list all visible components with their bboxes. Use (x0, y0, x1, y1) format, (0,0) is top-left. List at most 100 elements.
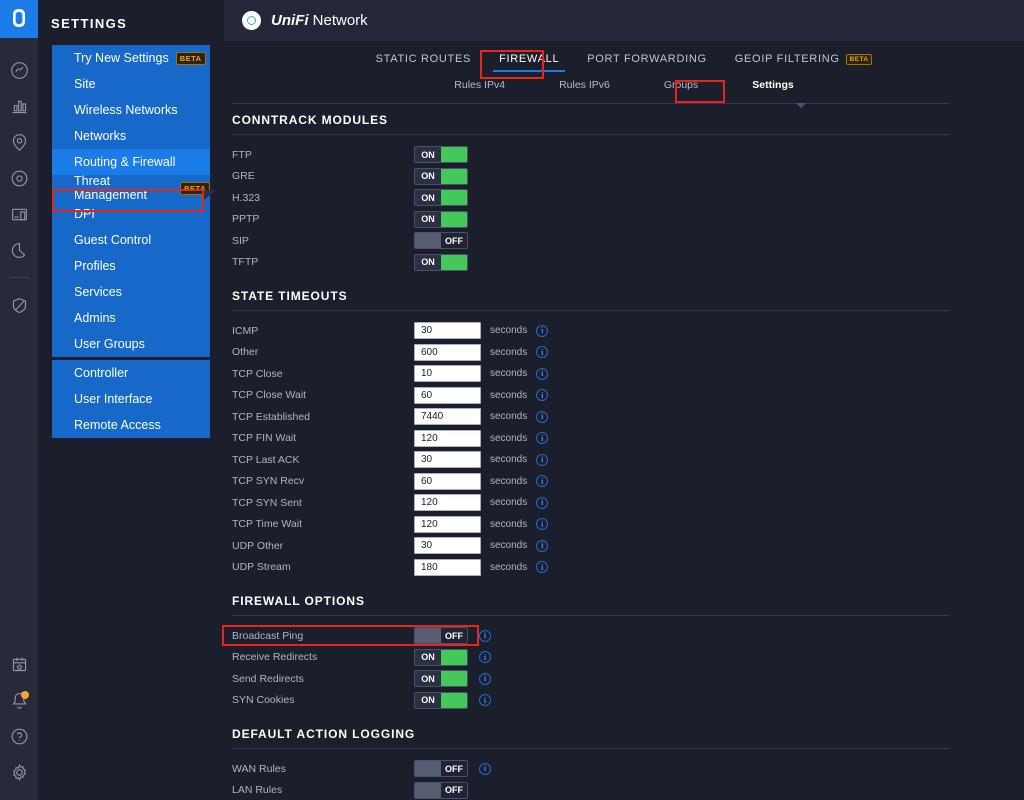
row-wan-rules: WAN Rules OFF i (232, 758, 950, 780)
devices-icon[interactable] (0, 160, 38, 196)
info-icon[interactable]: i (536, 454, 548, 466)
toggle-h323[interactable]: ON (414, 189, 468, 206)
subtab-rules-ipv6[interactable]: Rules IPv6 (532, 79, 637, 91)
row-h323: H.323 ON (232, 187, 950, 209)
info-icon[interactable]: i (536, 325, 548, 337)
sidebar-item-user-groups[interactable]: User Groups (52, 331, 210, 357)
info-icon[interactable]: i (479, 763, 491, 775)
row-label: Broadcast Ping (232, 630, 414, 642)
info-icon[interactable]: i (536, 346, 548, 358)
threat-shield-icon[interactable] (0, 287, 38, 323)
ubiquiti-logo-icon[interactable] (0, 0, 38, 38)
notifications-bell-icon[interactable] (0, 682, 38, 718)
section-divider (232, 615, 950, 616)
timeout-input-tcp-close-wait[interactable] (414, 387, 481, 404)
sidebar-item-try-new-settings[interactable]: Try New Settings BETA (52, 45, 210, 71)
info-icon[interactable]: i (536, 411, 548, 423)
sidebar-item-label: Try New Settings (74, 51, 169, 65)
info-icon[interactable]: i (536, 389, 548, 401)
timeout-input-tcp-syn-recv[interactable] (414, 473, 481, 490)
info-icon[interactable]: i (536, 561, 548, 573)
toggle-sip[interactable]: OFF (414, 232, 468, 249)
timeout-input-tcp-time-wait[interactable] (414, 516, 481, 533)
help-icon[interactable] (0, 718, 38, 754)
info-icon[interactable]: i (536, 540, 548, 552)
toggle-pptp[interactable]: ON (414, 211, 468, 228)
tab-label: PORT FORWARDING (587, 53, 707, 65)
info-icon[interactable]: i (479, 630, 491, 642)
section-default-action-logging: DEFAULT ACTION LOGGING WAN Rules OFF i L… (232, 727, 950, 800)
events-calendar-icon[interactable] (0, 646, 38, 682)
clients-icon[interactable] (0, 196, 38, 232)
toggle-ftp[interactable]: ON (414, 146, 468, 163)
toggle-lan-rules[interactable]: OFF (414, 782, 468, 799)
info-icon[interactable]: i (536, 497, 548, 509)
sidebar-item-dpi[interactable]: DPI (52, 201, 210, 227)
tab-static-routes[interactable]: STATIC ROUTES (362, 53, 485, 72)
info-icon[interactable]: i (536, 475, 548, 487)
map-icon[interactable] (0, 124, 38, 160)
info-icon[interactable]: i (536, 368, 548, 380)
timeout-input-udp-stream[interactable] (414, 559, 481, 576)
sidebar-item-wireless-networks[interactable]: Wireless Networks (52, 97, 210, 123)
timeout-input-tcp-close[interactable] (414, 365, 481, 382)
sidebar-item-threat-management[interactable]: Threat Management BETA (52, 175, 210, 201)
row-tcp-fin-wait: TCP FIN Wait seconds i (232, 428, 950, 450)
sidebar-item-remote-access[interactable]: Remote Access (52, 412, 210, 438)
dashboard-icon[interactable] (0, 52, 38, 88)
sidebar-item-label: Wireless Networks (74, 103, 178, 117)
settings-gear-icon[interactable] (0, 754, 38, 790)
subtab-label: Settings (752, 79, 793, 91)
sidebar-group-controller: Controller User Interface Remote Access (52, 360, 210, 438)
subtab-groups[interactable]: Groups (637, 79, 725, 91)
row-icmp: ICMP seconds i (232, 320, 950, 342)
timeout-input-udp-other[interactable] (414, 537, 481, 554)
toggle-send-redirects[interactable]: ON (414, 670, 468, 687)
sidebar-item-controller[interactable]: Controller (52, 360, 210, 386)
info-icon[interactable]: i (479, 694, 491, 706)
timeout-input-tcp-syn-sent[interactable] (414, 494, 481, 511)
timeout-input-icmp[interactable] (414, 322, 481, 339)
row-label: TCP Last ACK (232, 454, 414, 466)
sidebar-item-networks[interactable]: Networks (52, 123, 210, 149)
sidebar-item-label: Controller (74, 366, 128, 380)
sidebar-item-routing-and-firewall[interactable]: Routing & Firewall (52, 149, 210, 175)
toggle-syn-cookies[interactable]: ON (414, 692, 468, 709)
sidebar-item-services[interactable]: Services (52, 279, 210, 305)
toggle-gre[interactable]: ON (414, 168, 468, 185)
insights-icon[interactable] (0, 232, 38, 268)
statistics-icon[interactable] (0, 88, 38, 124)
info-icon[interactable]: i (536, 518, 548, 530)
sidebar-item-user-interface[interactable]: User Interface (52, 386, 210, 412)
toggle-knob (441, 693, 467, 708)
row-label: SYN Cookies (232, 694, 414, 706)
toggle-tftp[interactable]: ON (414, 254, 468, 271)
subtab-rules-ipv4[interactable]: Rules IPv4 (427, 79, 532, 91)
section-divider (232, 748, 950, 749)
sidebar-item-guest-control[interactable]: Guest Control (52, 227, 210, 253)
timeout-input-other[interactable] (414, 344, 481, 361)
row-tftp: TFTP ON (232, 252, 950, 274)
row-label: Receive Redirects (232, 651, 414, 663)
sidebar-item-admins[interactable]: Admins (52, 305, 210, 331)
subtab-settings[interactable]: Settings (725, 79, 820, 91)
sidebar-item-profiles[interactable]: Profiles (52, 253, 210, 279)
timeout-input-tcp-fin-wait[interactable] (414, 430, 481, 447)
tab-geoip-filtering[interactable]: GEOIP FILTERING BETA (721, 53, 887, 72)
info-icon[interactable]: i (479, 651, 491, 663)
info-icon[interactable]: i (479, 673, 491, 685)
toggle-knob (415, 783, 441, 798)
tab-firewall[interactable]: FIREWALL (485, 53, 573, 72)
sidebar-item-site[interactable]: Site (52, 71, 210, 97)
timeout-input-tcp-established[interactable] (414, 408, 481, 425)
brand-unifi: UniFi (271, 12, 309, 29)
timeout-input-tcp-last-ack[interactable] (414, 451, 481, 468)
toggle-wan-rules[interactable]: OFF (414, 760, 468, 777)
toggle-broadcast-ping[interactable]: OFF (414, 627, 468, 644)
toggle-receive-redirects[interactable]: ON (414, 649, 468, 666)
toggle-state-label: OFF (441, 233, 467, 248)
info-icon[interactable]: i (536, 432, 548, 444)
toggle-state-label: OFF (441, 628, 467, 643)
tab-port-forwarding[interactable]: PORT FORWARDING (573, 53, 721, 72)
page-title: SETTINGS (38, 16, 224, 31)
